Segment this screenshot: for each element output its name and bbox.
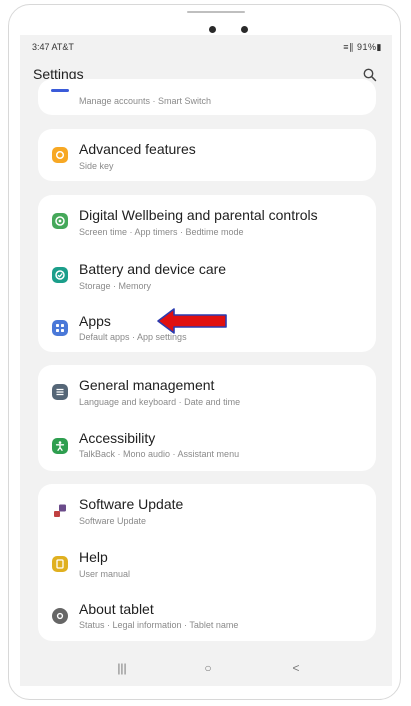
digital-wellbeing-icon (52, 213, 68, 229)
settings-item-advanced-features[interactable]: Advanced features Side key (38, 129, 376, 179)
item-title: General management (79, 377, 215, 393)
about-tablet-icon (52, 608, 68, 624)
item-title: Help (79, 549, 108, 565)
item-subtitle: Status · Legal information · Tablet name (79, 620, 239, 630)
settings-item-about-tablet[interactable]: About tablet Status · Legal information … (38, 590, 376, 640)
item-subtitle: User manual (79, 569, 131, 579)
status-bar: 3:47 AT&T ≡∥ 91%▮ (32, 42, 382, 56)
front-camera-dot (241, 26, 248, 33)
item-title: Battery and device care (79, 261, 227, 277)
item-title: Advanced features (79, 141, 196, 157)
item-title: Digital Wellbeing and parental controls (79, 207, 318, 223)
item-subtitle: Storage · Memory (79, 281, 152, 291)
home-button[interactable]: ○ (198, 661, 218, 679)
software-update-icon (52, 503, 68, 519)
settings-screen: 3:47 AT&T ≡∥ 91%▮ Settings Manage accoun… (20, 35, 392, 686)
item-subtitle: TalkBack · Mono audio · Assistant menu (79, 449, 240, 459)
back-button[interactable]: < (286, 661, 306, 679)
annotation-arrow-icon (157, 308, 227, 334)
item-subtitle: Manage accounts · Smart Switch (79, 96, 212, 106)
advanced-features-icon (52, 147, 68, 163)
settings-group-advanced: Advanced features Side key (38, 129, 376, 181)
item-title: About tablet (79, 601, 154, 617)
front-camera-dot (209, 26, 216, 33)
settings-item-software-update[interactable]: Software Update Software Update (38, 484, 376, 534)
status-time: 3:47 AT&T (32, 42, 74, 52)
general-management-icon (52, 384, 68, 400)
accessibility-icon (52, 438, 68, 454)
item-subtitle: Language and keyboard · Date and time (79, 397, 241, 407)
settings-item-battery-device-care[interactable]: Battery and device care Storage · Memory (38, 249, 376, 299)
settings-item-general-management[interactable]: General management Language and keyboard… (38, 365, 376, 415)
settings-item-help[interactable]: Help User manual (38, 537, 376, 587)
navigation-bar: ||| ○ < (20, 655, 392, 685)
device-edge-line (187, 11, 245, 13)
settings-group-general: General management Language and keyboard… (38, 365, 376, 471)
item-subtitle: Software Update (79, 516, 147, 526)
recent-apps-button[interactable]: ||| (112, 661, 132, 679)
item-subtitle: Screen time · App timers · Bedtime mode (79, 227, 244, 237)
accounts-backup-icon (51, 89, 69, 92)
device-care-icon (52, 267, 68, 283)
status-icons: ≡∥ 91%▮ (343, 42, 382, 52)
accounts-backup-card[interactable]: Manage accounts · Smart Switch (38, 79, 376, 115)
item-title: Software Update (79, 496, 184, 512)
help-icon (52, 556, 68, 572)
item-title: Apps (79, 313, 111, 329)
settings-item-digital-wellbeing[interactable]: Digital Wellbeing and parental controls … (38, 195, 376, 245)
settings-group-support: Software Update Software Update Help Use… (38, 484, 376, 641)
settings-item-accessibility[interactable]: Accessibility TalkBack · Mono audio · As… (38, 419, 376, 469)
item-title: Accessibility (79, 430, 156, 446)
item-subtitle: Side key (79, 161, 114, 171)
apps-icon (52, 320, 68, 336)
